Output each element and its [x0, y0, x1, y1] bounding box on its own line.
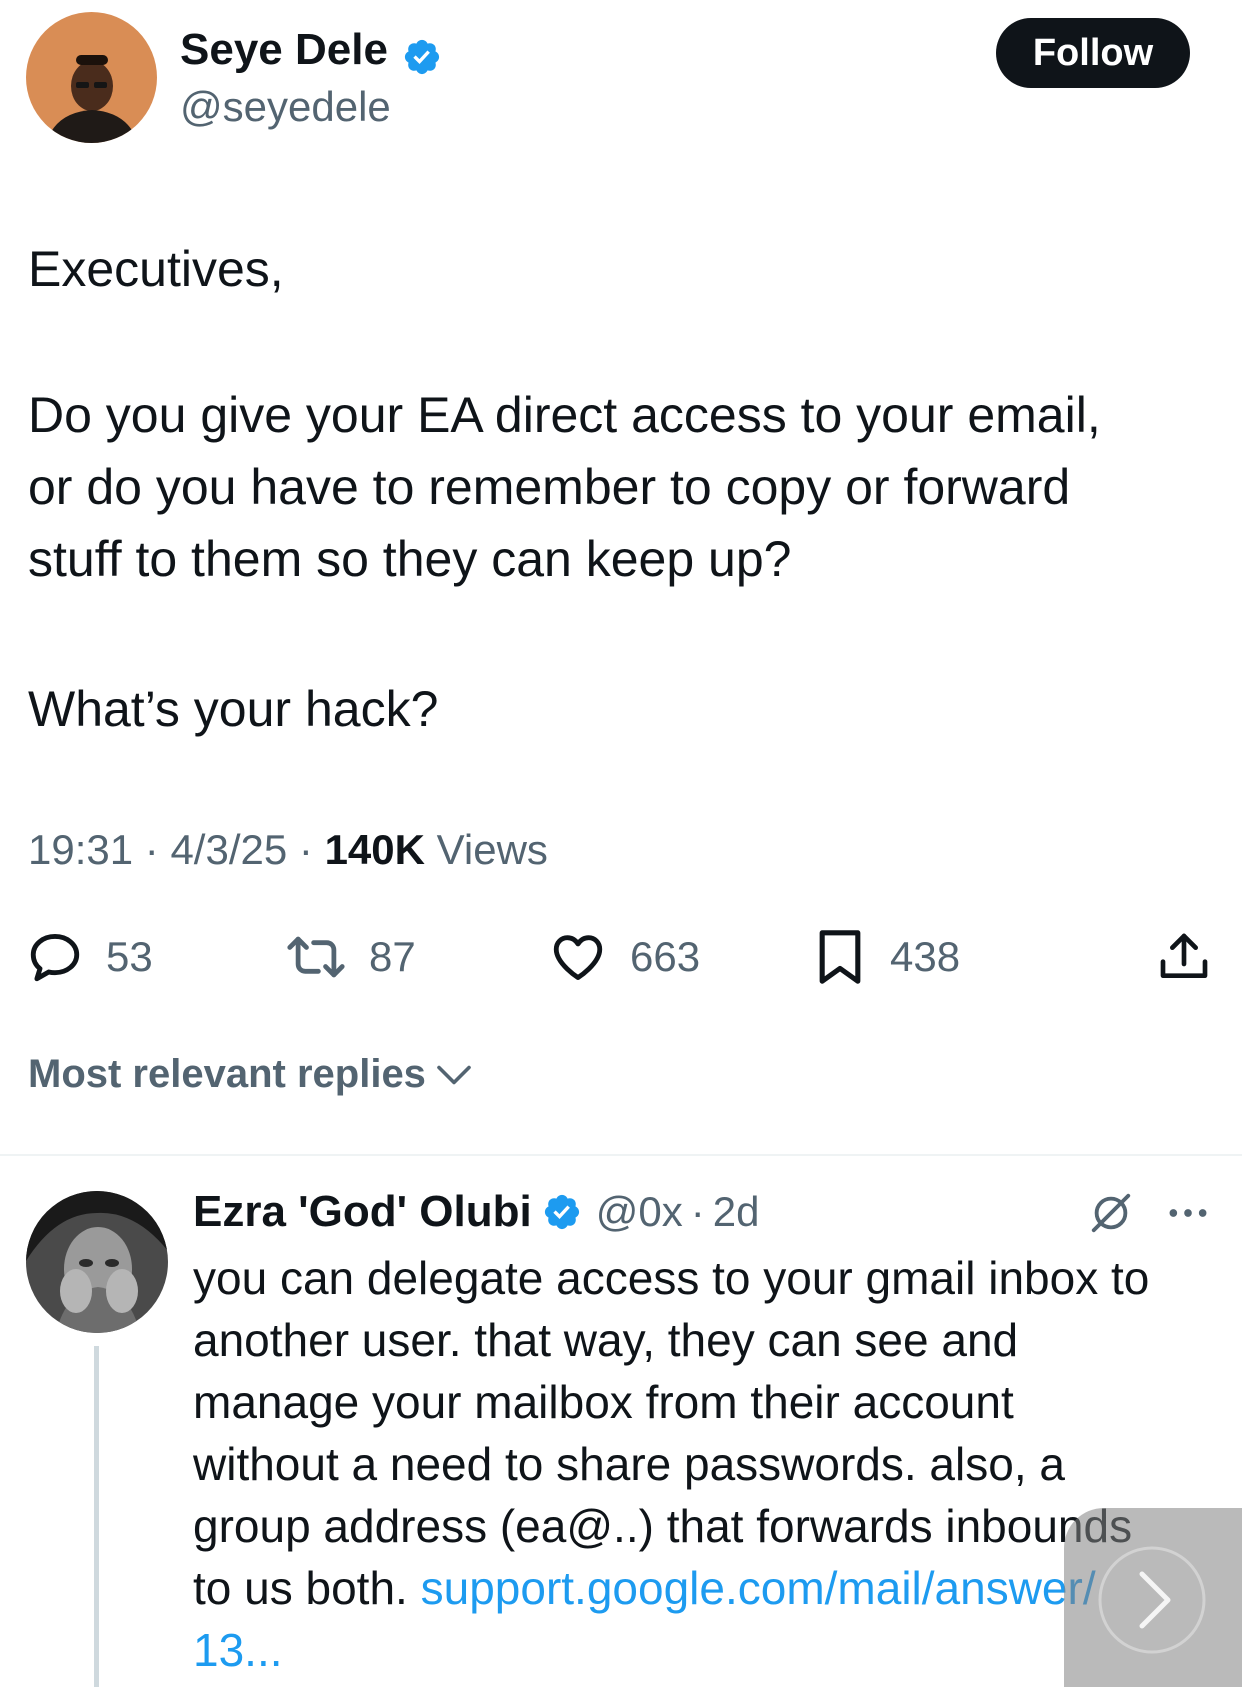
reply-count: 53 — [106, 933, 153, 980]
bookmark-button[interactable]: 438 — [812, 925, 960, 989]
tweet-meta: 19:31 · 4/3/25 · 140K Views — [28, 820, 548, 880]
author-avatar[interactable] — [26, 12, 157, 143]
replies-sort-dropdown[interactable]: Most relevant replies — [28, 1052, 472, 1097]
verified-badge-icon — [402, 37, 442, 82]
next-image-button[interactable] — [1064, 1508, 1242, 1687]
repost-icon — [285, 928, 347, 986]
tweet-date[interactable]: 4/3/25 — [170, 826, 287, 873]
reply-text-line: you can delegate access to your gmail in… — [193, 1252, 1150, 1304]
reply-text-line: 13... — [193, 1619, 1149, 1681]
repost-count: 87 — [369, 933, 416, 980]
thread-line — [94, 1346, 99, 1687]
author-handle[interactable]: @seyedele — [180, 82, 391, 132]
tweet-text-line: What’s your hack? — [28, 681, 439, 737]
tweet-text-line: or do you have to remember to copy or fo… — [28, 459, 1071, 515]
tweet-text-line: Executives, — [28, 241, 284, 297]
meta-separator: · — [690, 1188, 705, 1235]
bookmark-count: 438 — [890, 933, 961, 980]
views-label: Views — [436, 826, 548, 873]
reply-text-line: without a need to share passwords. also,… — [193, 1438, 1065, 1490]
share-icon — [1156, 928, 1212, 986]
tweet-text-line: Do you give your EA direct access to you… — [28, 387, 1101, 443]
repost-button[interactable]: 87 — [285, 925, 416, 989]
reply-text: you can delegate access to your gmail in… — [193, 1247, 1149, 1681]
bookmark-icon — [812, 926, 868, 988]
more-icon[interactable] — [1166, 1198, 1210, 1233]
reply-author-avatar[interactable] — [26, 1191, 168, 1333]
reply-text-line: manage your mailbox from their account — [193, 1376, 1014, 1428]
reply-text-line: another user. that way, they can see and — [193, 1314, 1019, 1366]
reply-link-continuation[interactable]: 13... — [193, 1624, 283, 1676]
tweet-time[interactable]: 19:31 — [28, 826, 133, 873]
like-icon — [548, 928, 608, 986]
tweet-text-line: stuff to them so they can keep up? — [28, 531, 792, 587]
replies-sort-label: Most relevant replies — [28, 1052, 426, 1096]
grok-icon[interactable] — [1088, 1190, 1134, 1241]
author-name[interactable]: Seye Dele — [180, 25, 388, 74]
reply-age[interactable]: 2d — [713, 1187, 760, 1237]
reply-author-name[interactable]: Ezra 'God' Olubi — [193, 1186, 532, 1238]
like-button[interactable]: 663 — [548, 925, 700, 989]
views-count: 140K — [324, 826, 425, 873]
reply-text-line: to us both. support.google.com/mail/answ… — [193, 1557, 1149, 1619]
verified-badge-icon — [542, 1192, 582, 1232]
reply-text-line: group address (ea@..) that forwards inbo… — [193, 1500, 1133, 1552]
reply-button[interactable]: 53 — [26, 925, 153, 989]
share-button[interactable] — [1156, 925, 1212, 989]
reply-text-prefix: to us both. — [193, 1562, 408, 1614]
reply-icon — [26, 928, 84, 986]
chevron-down-icon — [436, 1061, 472, 1089]
chevron-right-icon — [1082, 1530, 1222, 1675]
author-name-row[interactable]: Seye Dele — [180, 24, 442, 82]
meta-separator: · — [298, 826, 313, 873]
reply-author-handle[interactable]: @0x — [596, 1187, 683, 1237]
reply-header: Ezra 'God' Olubi @0x · 2d — [193, 1186, 759, 1238]
divider — [0, 1154, 1242, 1156]
meta-separator: · — [144, 826, 159, 873]
like-count: 663 — [630, 933, 701, 980]
follow-button[interactable]: Follow — [996, 18, 1190, 88]
reply-link[interactable]: support.google.com/mail/answer/ — [421, 1562, 1096, 1614]
